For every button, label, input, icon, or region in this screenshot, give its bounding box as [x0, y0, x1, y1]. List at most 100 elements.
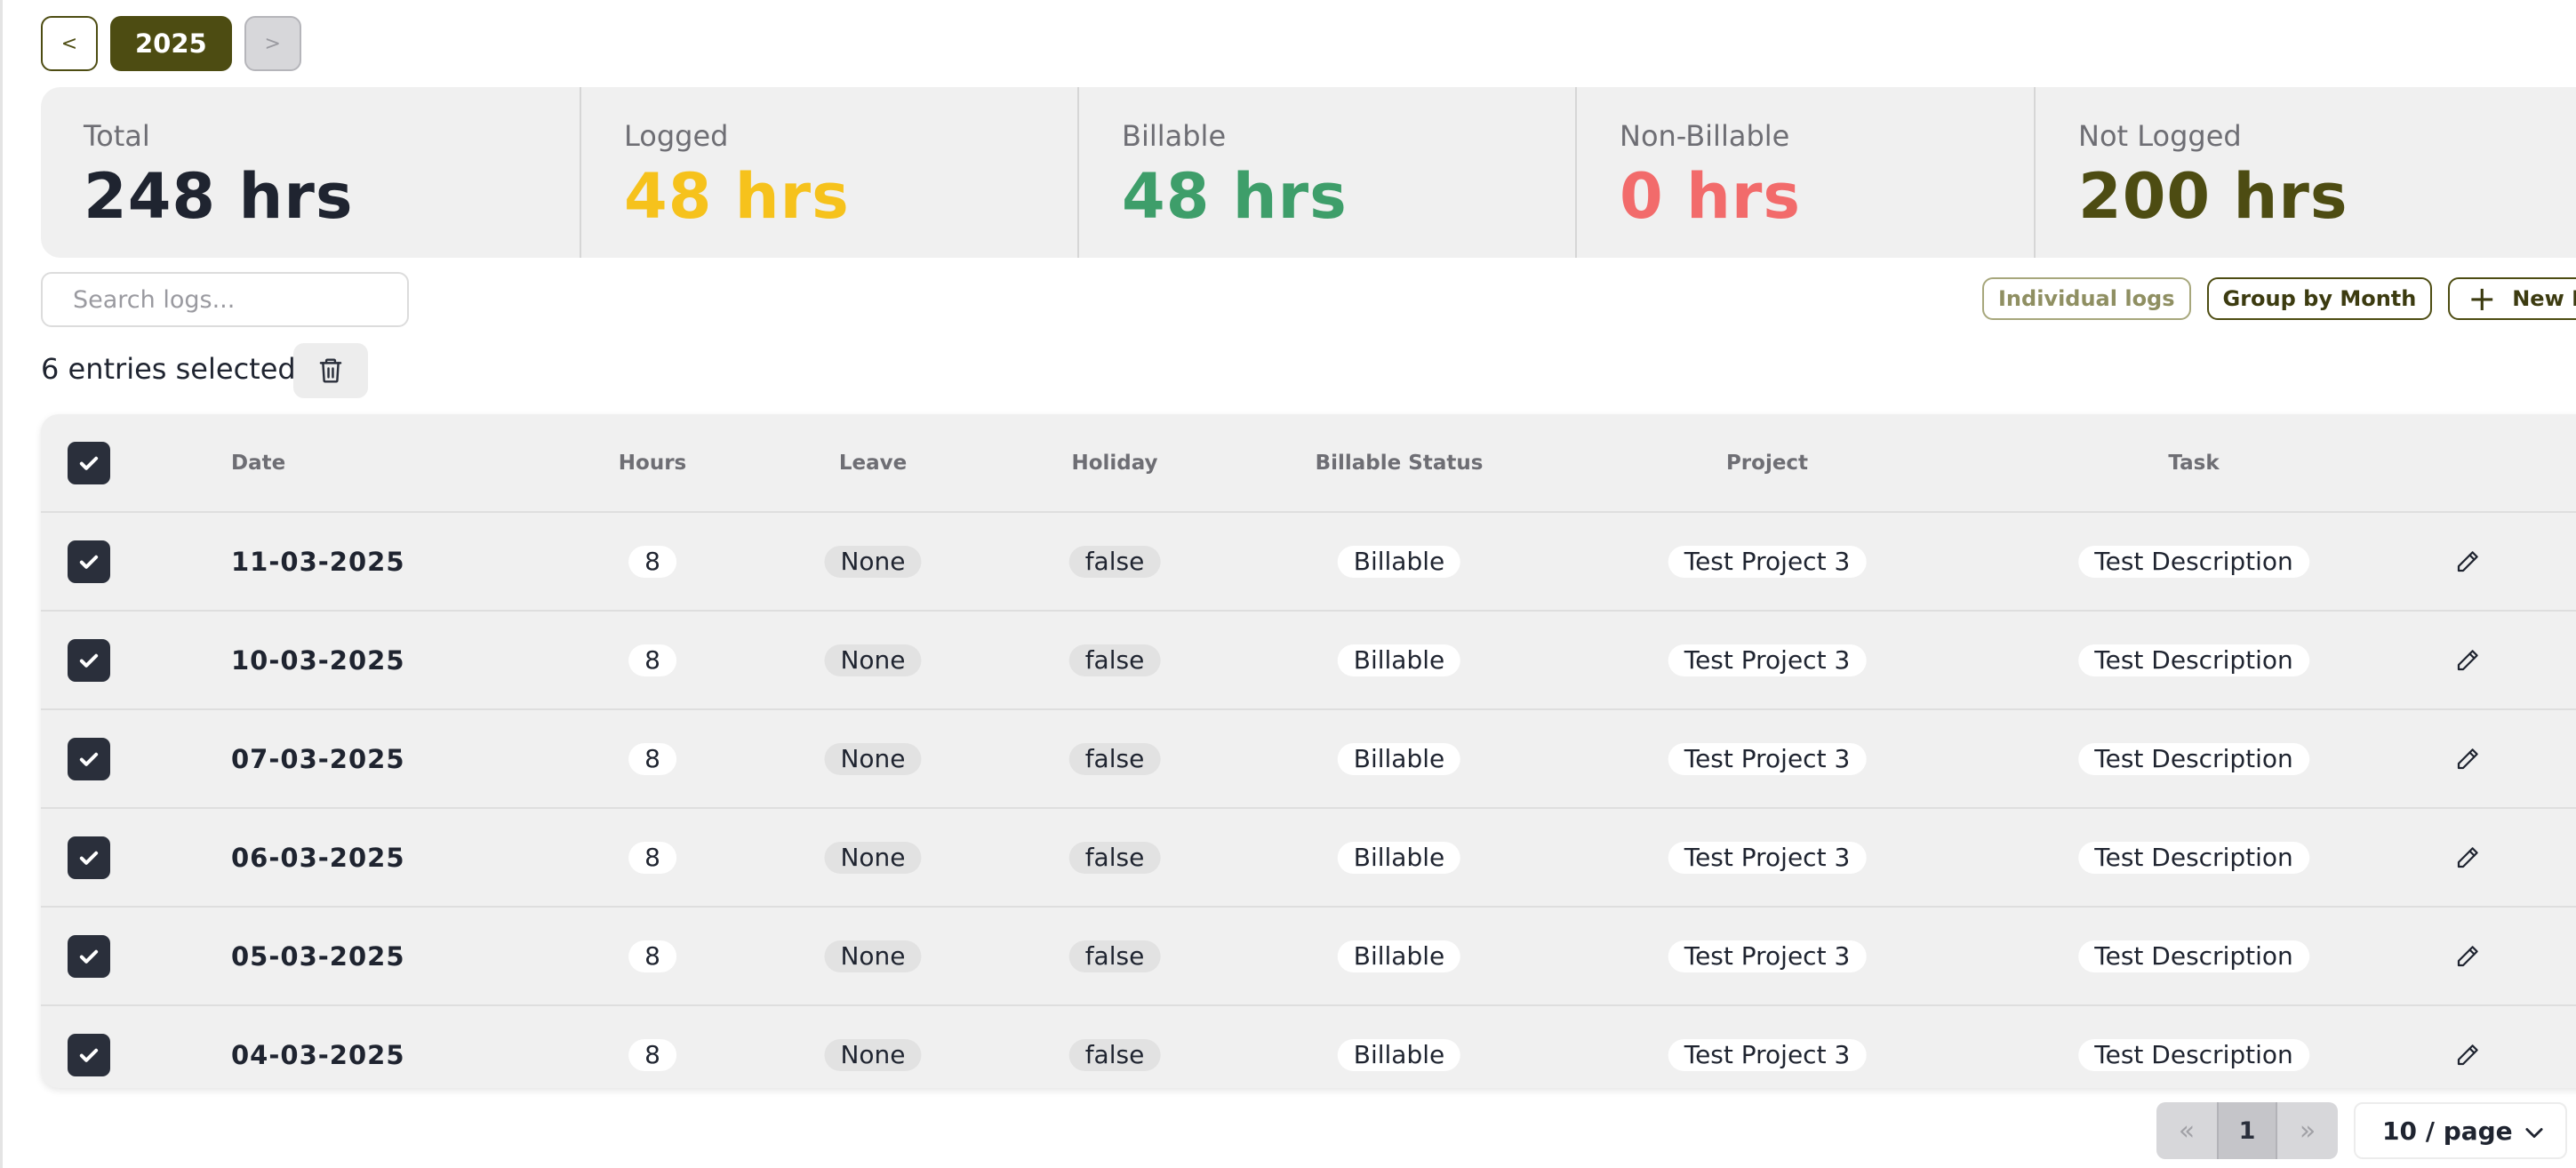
- column-header-task[interactable]: Task: [2168, 452, 2219, 475]
- check-icon: [79, 752, 99, 766]
- log-leave: None: [824, 940, 922, 972]
- log-leave: None: [824, 1038, 922, 1071]
- log-hours: 8: [628, 841, 676, 874]
- delete-selected-button[interactable]: [293, 343, 368, 398]
- edit-log-button[interactable]: [2448, 641, 2487, 680]
- pencil-icon: [2457, 550, 2478, 572]
- pencil-icon: [2457, 649, 2478, 670]
- log-date: 10-03-2025: [231, 644, 405, 676]
- stat-non-billable: Non-Billable 0 hrs: [1575, 87, 2034, 258]
- hours-summary: Total 248 hrs Logged 48 hrs Billable 48 …: [41, 87, 2576, 258]
- edit-log-button[interactable]: [2448, 542, 2487, 581]
- check-icon: [79, 555, 99, 569]
- log-date: 11-03-2025: [231, 546, 405, 577]
- column-header-leave[interactable]: Leave: [839, 452, 907, 475]
- log-project: Test Project 3: [1668, 841, 1867, 874]
- edit-log-button[interactable]: [2448, 740, 2487, 779]
- stat-label: Total: [84, 119, 150, 153]
- search-input[interactable]: [41, 272, 409, 327]
- page-size-select[interactable]: 10 / page: [2354, 1102, 2567, 1159]
- log-leave: None: [824, 644, 922, 676]
- stat-total: Total 248 hrs: [41, 87, 580, 258]
- stat-label: Logged: [624, 119, 729, 153]
- trash-icon: [319, 358, 342, 383]
- log-holiday: false: [1068, 545, 1161, 578]
- log-project: Test Project 3: [1668, 742, 1867, 775]
- edit-log-button[interactable]: [2448, 937, 2487, 976]
- check-icon: [79, 1048, 99, 1062]
- current-year-button[interactable]: 2025: [110, 16, 232, 71]
- log-project: Test Project 3: [1668, 545, 1867, 578]
- table-header: Date Hours Leave Holiday Billable Status…: [41, 414, 2576, 511]
- table-row: 07-03-2025 8 None false Billable Test Pr…: [41, 708, 2576, 807]
- column-header-billable-status[interactable]: Billable Status: [1316, 452, 1484, 475]
- log-billable-status: Billable: [1337, 1038, 1461, 1071]
- log-leave: None: [824, 841, 922, 874]
- log-holiday: false: [1068, 1038, 1161, 1071]
- log-hours: 8: [628, 545, 676, 578]
- new-logs-button[interactable]: + New Logs: [2448, 277, 2576, 320]
- log-billable-status: Billable: [1337, 644, 1461, 676]
- log-billable-status: Billable: [1337, 545, 1461, 578]
- table-row: 04-03-2025 8 None false Billable Test Pr…: [41, 1004, 2576, 1088]
- log-project: Test Project 3: [1668, 644, 1867, 676]
- table-row: 11-03-2025 8 None false Billable Test Pr…: [41, 511, 2576, 610]
- column-header-project[interactable]: Project: [1726, 452, 1808, 475]
- previous-year-button[interactable]: <: [41, 16, 98, 71]
- page-size-label: 10 / page: [2382, 1116, 2513, 1146]
- first-page-button[interactable]: «: [2156, 1102, 2217, 1159]
- log-task: Test Description: [2078, 940, 2309, 972]
- edit-log-button[interactable]: [2448, 1036, 2487, 1075]
- log-holiday: false: [1068, 940, 1161, 972]
- pencil-icon: [2457, 945, 2478, 966]
- row-checkbox[interactable]: [68, 540, 110, 583]
- check-icon: [79, 653, 99, 668]
- log-billable-status: Billable: [1337, 940, 1461, 972]
- check-icon: [79, 949, 99, 964]
- group-by-month-button[interactable]: Group by Month: [2206, 277, 2433, 320]
- stat-logged: Logged 48 hrs: [580, 87, 1077, 258]
- edit-log-button[interactable]: [2448, 838, 2487, 877]
- log-project: Test Project 3: [1668, 940, 1867, 972]
- last-page-button[interactable]: »: [2277, 1102, 2338, 1159]
- row-checkbox[interactable]: [68, 638, 110, 682]
- log-task: Test Description: [2078, 841, 2309, 874]
- stat-label: Non-Billable: [1620, 119, 1790, 153]
- log-date: 06-03-2025: [231, 842, 405, 873]
- log-hours: 8: [628, 742, 676, 775]
- row-checkbox[interactable]: [68, 737, 110, 780]
- log-date: 04-03-2025: [231, 1039, 405, 1070]
- pagination: « 1 »: [2156, 1102, 2338, 1159]
- stat-label: Billable: [1122, 119, 1227, 153]
- log-hours: 8: [628, 1038, 676, 1071]
- log-holiday: false: [1068, 742, 1161, 775]
- next-year-button[interactable]: >: [244, 16, 301, 71]
- stat-value: 48 hrs: [1122, 160, 1348, 233]
- column-header-hours[interactable]: Hours: [619, 452, 686, 475]
- current-page-button[interactable]: 1: [2217, 1102, 2277, 1159]
- year-navigation: < 2025 >: [41, 16, 301, 71]
- stat-value: 248 hrs: [84, 160, 354, 233]
- column-header-holiday[interactable]: Holiday: [1071, 452, 1157, 475]
- column-header-date[interactable]: Date: [231, 452, 285, 475]
- select-all-checkbox[interactable]: [68, 441, 110, 484]
- logs-table: Date Hours Leave Holiday Billable Status…: [41, 414, 2576, 1088]
- stat-billable: Billable 48 hrs: [1077, 87, 1575, 258]
- selection-count: 6 entries selected: [41, 352, 296, 386]
- check-icon: [79, 851, 99, 865]
- chevron-down-icon: [2525, 1128, 2543, 1139]
- pencil-icon: [2457, 1044, 2478, 1065]
- log-billable-status: Billable: [1337, 841, 1461, 874]
- stat-value: 48 hrs: [624, 160, 850, 233]
- row-checkbox[interactable]: [68, 1033, 110, 1076]
- row-checkbox[interactable]: [68, 934, 110, 978]
- stat-label: Not Logged: [2078, 119, 2242, 153]
- left-border: [0, 0, 3, 1168]
- individual-logs-button[interactable]: Individual logs: [1982, 277, 2191, 320]
- log-holiday: false: [1068, 841, 1161, 874]
- row-checkbox[interactable]: [68, 836, 110, 879]
- log-hours: 8: [628, 644, 676, 676]
- table-row: 05-03-2025 8 None false Billable Test Pr…: [41, 906, 2576, 1004]
- table-row: 06-03-2025 8 None false Billable Test Pr…: [41, 807, 2576, 906]
- log-date: 05-03-2025: [231, 940, 405, 972]
